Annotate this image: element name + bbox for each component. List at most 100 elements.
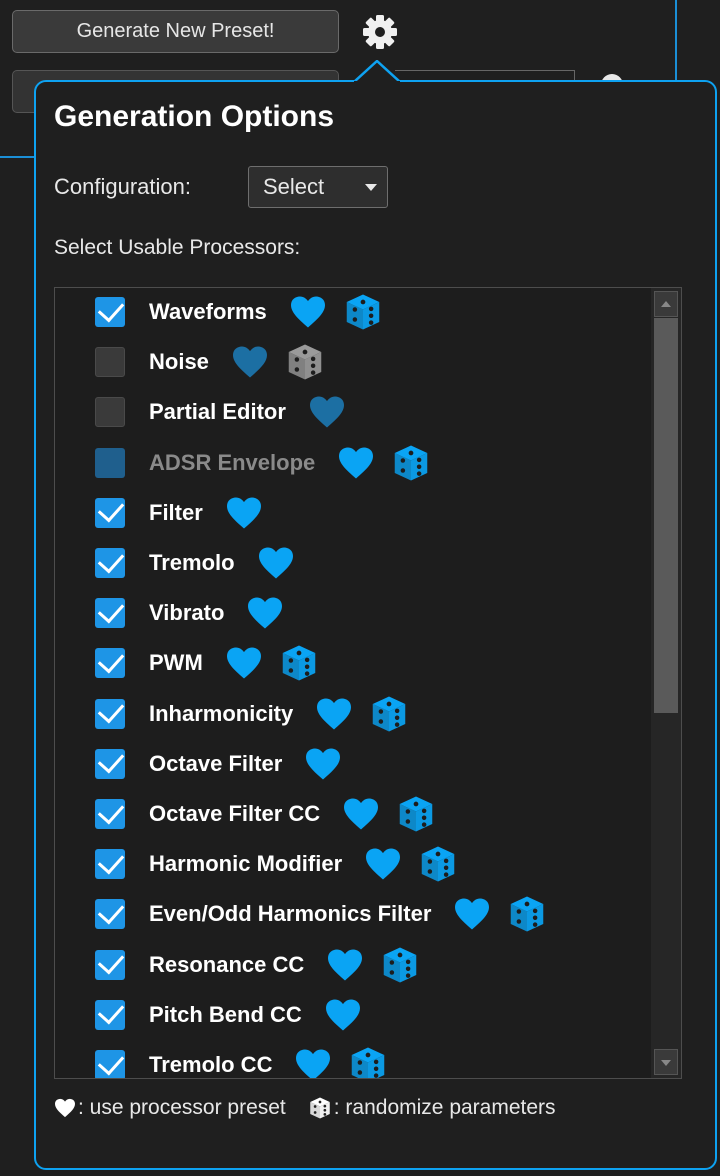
gear-icon[interactable] bbox=[360, 12, 400, 52]
dice-icon[interactable] bbox=[391, 443, 431, 483]
heart-icon[interactable] bbox=[337, 446, 375, 480]
processor-checkbox[interactable] bbox=[95, 847, 125, 880]
processor-checkbox[interactable] bbox=[95, 646, 125, 679]
heart-icon[interactable] bbox=[246, 596, 284, 630]
dice-icon[interactable] bbox=[369, 694, 409, 734]
processor-label: Resonance CC bbox=[149, 951, 305, 977]
processor-label: Harmonic Modifier bbox=[149, 851, 343, 877]
accent-divider bbox=[675, 0, 677, 80]
processor-checkbox[interactable] bbox=[95, 495, 125, 528]
heart-icon[interactable] bbox=[324, 998, 362, 1032]
configuration-label: Configuration: bbox=[54, 174, 191, 199]
app-window: Generate New Preset! Generation Options … bbox=[0, 0, 720, 1176]
processor-checkbox[interactable] bbox=[95, 746, 125, 779]
processor-checkbox[interactable] bbox=[95, 294, 125, 327]
dice-icon[interactable] bbox=[343, 292, 383, 332]
dice-icon[interactable] bbox=[348, 1045, 388, 1078]
dice-icon[interactable] bbox=[380, 945, 420, 985]
heart-icon[interactable] bbox=[289, 295, 327, 329]
processor-checkbox[interactable] bbox=[95, 997, 125, 1030]
processor-label: Waveforms bbox=[149, 299, 267, 324]
checkmark-icon bbox=[97, 897, 124, 925]
checkmark-icon bbox=[97, 947, 124, 975]
checkmark-icon bbox=[97, 294, 124, 322]
heart-icon[interactable] bbox=[257, 546, 295, 580]
processor-checkbox[interactable] bbox=[95, 897, 125, 930]
processor-row: Vibrato bbox=[95, 591, 284, 635]
processor-checkbox[interactable] bbox=[95, 947, 125, 980]
heart-icon[interactable] bbox=[304, 747, 342, 781]
processor-row: Tremolo bbox=[95, 541, 295, 585]
checkmark-icon bbox=[97, 796, 124, 824]
processor-checkbox[interactable] bbox=[95, 347, 125, 378]
heart-icon[interactable] bbox=[308, 395, 346, 429]
popover-caret bbox=[354, 60, 400, 84]
processor-row: Octave Filter CC bbox=[95, 792, 436, 836]
dice-icon[interactable] bbox=[285, 342, 325, 382]
processor-label: Filter bbox=[149, 499, 203, 525]
configuration-select-value: Select bbox=[263, 174, 325, 199]
generate-preset-button[interactable]: Generate New Preset! bbox=[12, 10, 339, 53]
checkmark-icon bbox=[97, 545, 124, 573]
checkmark-icon bbox=[97, 495, 124, 523]
processor-checkbox[interactable] bbox=[95, 397, 125, 428]
processor-row: Pitch Bend CC bbox=[95, 993, 362, 1037]
dice-icon[interactable] bbox=[418, 844, 458, 884]
processor-row: Partial Editor bbox=[95, 390, 346, 434]
processor-row: Octave Filter bbox=[95, 742, 342, 786]
processor-label: ADSR Envelope bbox=[149, 449, 316, 475]
chevron-down-icon bbox=[365, 184, 377, 191]
processor-label: PWM bbox=[149, 650, 203, 676]
processor-label: Octave Filter bbox=[149, 750, 283, 776]
processor-checkbox[interactable] bbox=[95, 696, 125, 729]
checkmark-icon bbox=[97, 696, 124, 724]
processor-row: Waveforms bbox=[95, 290, 383, 334]
scroll-down-button[interactable] bbox=[654, 1049, 678, 1075]
processor-checkbox[interactable] bbox=[95, 447, 125, 478]
checkmark-icon bbox=[97, 596, 124, 624]
processor-label: Tremolo CC bbox=[149, 1052, 273, 1077]
heart-icon[interactable] bbox=[315, 697, 353, 731]
dice-icon bbox=[308, 1096, 332, 1120]
heart-icon[interactable] bbox=[326, 948, 364, 982]
processor-row: Resonance CC bbox=[95, 943, 420, 987]
scrollbar[interactable] bbox=[651, 288, 681, 1078]
processors-label: Select Usable Processors: bbox=[54, 236, 301, 259]
scroll-up-button[interactable] bbox=[654, 291, 678, 317]
heart-icon[interactable] bbox=[342, 797, 380, 831]
heart-icon[interactable] bbox=[225, 496, 263, 530]
processor-row: Tremolo CC bbox=[95, 1043, 388, 1078]
processor-row: PWM bbox=[95, 641, 319, 685]
processor-label: Noise bbox=[149, 349, 209, 375]
heart-icon[interactable] bbox=[294, 1048, 332, 1078]
legend-heart-text: : use processor preset bbox=[78, 1096, 286, 1119]
generation-options-panel: Generation Options Configuration: Select… bbox=[34, 80, 717, 1170]
heart-icon[interactable] bbox=[231, 345, 269, 379]
processor-row: Even/Odd Harmonics Filter bbox=[95, 892, 547, 936]
checkmark-icon bbox=[97, 646, 124, 674]
configuration-select[interactable]: Select bbox=[248, 166, 388, 208]
processor-checkbox[interactable] bbox=[95, 545, 125, 578]
checkmark-icon bbox=[97, 1047, 124, 1075]
legend: : use processor preset : randomize param… bbox=[54, 1096, 556, 1120]
processor-label: Tremolo bbox=[149, 550, 235, 575]
processor-row: Harmonic Modifier bbox=[95, 842, 458, 886]
panel-title: Generation Options bbox=[54, 100, 335, 133]
processor-checkbox[interactable] bbox=[95, 1047, 125, 1078]
processor-label: Vibrato bbox=[149, 600, 225, 626]
processor-checkbox[interactable] bbox=[95, 596, 125, 629]
heart-icon[interactable] bbox=[453, 897, 491, 931]
accent-divider bbox=[0, 156, 36, 158]
dice-icon[interactable] bbox=[279, 643, 319, 683]
processor-label: Pitch Bend CC bbox=[149, 1001, 302, 1027]
processor-row: Inharmonicity bbox=[95, 692, 409, 736]
processor-list[interactable]: Waveforms Noise Partial Editor ADSR Envel… bbox=[54, 287, 682, 1079]
processor-row: Filter bbox=[95, 491, 263, 535]
heart-icon bbox=[54, 1098, 76, 1118]
scrollbar-thumb[interactable] bbox=[654, 318, 678, 713]
heart-icon[interactable] bbox=[225, 646, 263, 680]
heart-icon[interactable] bbox=[364, 847, 402, 881]
dice-icon[interactable] bbox=[396, 794, 436, 834]
dice-icon[interactable] bbox=[507, 894, 547, 934]
processor-checkbox[interactable] bbox=[95, 796, 125, 829]
